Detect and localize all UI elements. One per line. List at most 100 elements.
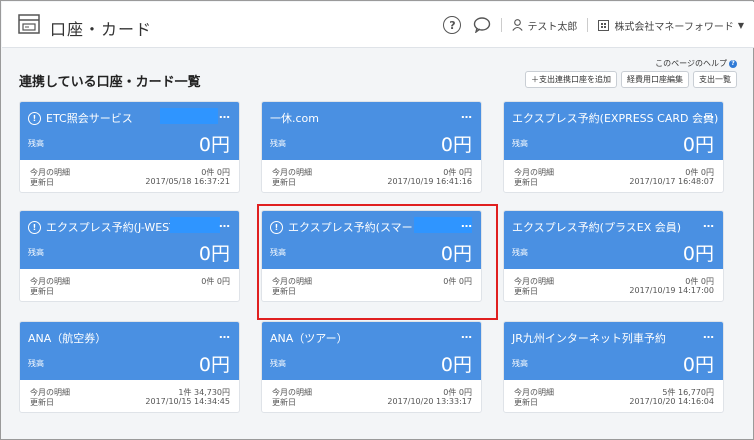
monthly-count: 5件 <box>662 388 676 397</box>
card-footer: 今月の明細 0件 0円 更新日 2017/10/19 14:17:00 <box>504 269 723 301</box>
card-name[interactable]: エクスプレス予約(プラスEX 会員) <box>512 219 681 235</box>
account-card[interactable]: JR九州インターネット列車予約… 残高 0円 今月の明細 5件 16,770円 更新日 20… <box>503 321 724 413</box>
updated-row: 更新日 2017/10/19 16:41:16 <box>272 177 472 188</box>
balance-value: 0円 <box>198 243 230 265</box>
top-bar: 口座・カード ? テスト太郎 株式会社マネーフォワード ▼ <box>2 2 754 48</box>
card-header[interactable]: ! ETC照会サービス … 残高 0円 <box>20 102 239 160</box>
chat-bubble-icon[interactable] <box>473 17 491 33</box>
monthly-amount: 0円 <box>700 168 714 177</box>
account-card[interactable]: 一休.com… 残高 0円 今月の明細 0件 0円 更新日 2017/10/19 16:41… <box>261 101 482 193</box>
updated-label: 更新日 <box>272 398 296 407</box>
account-card[interactable]: エクスプレス予約(EXPRESS CARD 会員)… 残高 0円 今月の明細 0件 0円… <box>503 101 724 193</box>
card-name-label[interactable]: JR九州インターネット列車予約 <box>512 330 666 346</box>
card-name-label[interactable]: エクスプレス予約(プラスEX 会員) <box>512 219 681 235</box>
card-name-label[interactable]: エクスプレス予約(EXPRESS CARD 会員) <box>512 110 718 126</box>
redaction-mask <box>160 108 218 124</box>
card-name-label[interactable]: ANA（航空券） <box>28 330 106 346</box>
updated-label: 更新日 <box>30 398 54 407</box>
card-name[interactable]: JR九州インターネット列車予約 <box>512 330 666 346</box>
balance-value: 0円 <box>682 354 714 376</box>
add-account-button[interactable]: ＋支出連携口座を追加 <box>525 71 617 88</box>
card-name[interactable]: 一休.com <box>270 110 319 126</box>
card-header[interactable]: ANA（航空券） … 残高 0円 <box>20 322 239 380</box>
card-header[interactable]: ! エクスプレス予約(J-WEST … 残高 0円 <box>20 211 239 269</box>
updated-value: 2017/10/15 14:34:45 <box>145 397 230 406</box>
updated-label: 更新日 <box>30 287 54 296</box>
card-name[interactable]: ! エクスプレス予約(J-WEST <box>28 219 176 235</box>
card-name-label[interactable]: ETC照会サービス <box>46 110 133 126</box>
help-link-label[interactable]: このページのヘルプ <box>655 58 727 69</box>
updated-value: 2017/10/19 14:17:00 <box>629 286 714 295</box>
updated-row: 更新日 2017/10/20 13:33:17 <box>272 397 472 408</box>
help-icon[interactable]: ? <box>443 16 462 34</box>
card-header[interactable]: エクスプレス予約(EXPRESS CARD 会員)… 残高 0円 <box>504 102 723 160</box>
warning-icon: ! <box>28 111 41 125</box>
account-card[interactable]: ! ETC照会サービス… 残高 0円 今月の明細 0件 0円 更新日 2017/05/18 1… <box>19 101 240 193</box>
card-name-label[interactable]: 一休.com <box>270 110 319 126</box>
monthly-amount: 16,770円 <box>678 388 714 397</box>
monthly-amount: 34,730円 <box>194 388 230 397</box>
monthly-amount: 0円 <box>216 277 230 286</box>
updated-row: 更新日 2017/05/18 16:37:21 <box>30 177 230 188</box>
more-menu-icon[interactable]: … <box>219 217 230 230</box>
updated-label: 更新日 <box>272 178 296 187</box>
card-name-label[interactable]: ANA（ツアー） <box>270 330 348 346</box>
monthly-count: 0件 <box>443 388 457 397</box>
card-name[interactable]: ! ETC照会サービス <box>28 110 133 126</box>
section-heading: 連携している口座・カード一覧 <box>19 75 201 90</box>
card-header[interactable]: ANA（ツアー） … 残高 0円 <box>262 322 481 380</box>
balance-value: 0円 <box>682 243 714 265</box>
account-card[interactable]: ANA（ツアー）… 残高 0円 今月の明細 0件 0円 更新日 2017/10/20 13:… <box>261 321 482 413</box>
card-footer: 今月の明細 0件 0円 更新日 2017/10/17 16:48:07 <box>504 160 723 192</box>
updated-row: 更新日 2017/10/15 14:34:45 <box>30 397 230 408</box>
top-right-area: ? テスト太郎 株式会社マネーフォワード ▼ <box>443 14 744 36</box>
updated-value: 2017/10/17 16:48:07 <box>629 177 714 186</box>
card-footer: 今月の明細 1件 34,730円 更新日 2017/10/15 14:34:45 <box>20 380 239 412</box>
toolbar: ＋支出連携口座を追加 経費用口座編集 支出一覧 <box>525 71 737 88</box>
highlight-box <box>257 204 498 320</box>
balance-label: 残高 <box>512 139 528 148</box>
monthly-count: 0件 <box>443 168 457 177</box>
updated-label: 更新日 <box>514 178 538 187</box>
divider <box>587 18 589 32</box>
account-card[interactable]: ANA（航空券）… 残高 0円 今月の明細 1件 34,730円 更新日 2017/10/1… <box>19 321 240 413</box>
card-name-label[interactable]: エクスプレス予約(J-WEST <box>46 219 176 235</box>
card-footer: 今月の明細 0件 0円 更新日 2017/10/19 16:41:16 <box>262 160 481 192</box>
monthly-amount: 0円 <box>700 277 714 286</box>
card-header[interactable]: JR九州インターネット列車予約 … 残高 0円 <box>504 322 723 380</box>
card-name[interactable]: エクスプレス予約(EXPRESS CARD 会員) <box>512 110 718 126</box>
more-menu-icon[interactable]: … <box>219 328 230 341</box>
more-menu-icon[interactable]: … <box>703 217 714 230</box>
balance-label: 残高 <box>28 359 44 368</box>
card-header[interactable]: エクスプレス予約(プラスEX 会員) … 残高 0円 <box>504 211 723 269</box>
updated-value: 2017/10/19 16:41:16 <box>387 177 472 186</box>
app-window: 口座・カード ? テスト太郎 株式会社マネーフォワード ▼ 連携している口座・カ… <box>0 0 754 440</box>
monthly-amount: 0円 <box>458 388 472 397</box>
account-card[interactable]: ! エクスプレス予約(J-WEST… 残高 0円 今月の明細 0件 0円 更新日 <box>19 210 240 302</box>
more-menu-icon[interactable]: … <box>461 108 472 121</box>
user-name[interactable]: テスト太郎 <box>527 18 577 33</box>
caret-down-icon[interactable]: ▼ <box>738 21 744 30</box>
organization-name[interactable]: 株式会社マネーフォワード <box>614 18 733 33</box>
monthly-count: 0件 <box>201 277 215 286</box>
monthly-amount: 0円 <box>458 168 472 177</box>
balance-label: 残高 <box>270 139 286 148</box>
page-title: 口座・カード <box>50 20 153 39</box>
account-card[interactable]: エクスプレス予約(プラスEX 会員)… 残高 0円 今月の明細 0件 0円 更新日 2017… <box>503 210 724 302</box>
help-link[interactable]: このページのヘルプ ? <box>655 58 737 69</box>
more-menu-icon[interactable]: … <box>219 108 230 121</box>
card-name[interactable]: ANA（航空券） <box>28 330 106 346</box>
card-header[interactable]: 一休.com … 残高 0円 <box>262 102 481 160</box>
building-icon <box>598 19 610 31</box>
warning-icon: ! <box>28 220 41 234</box>
more-menu-icon[interactable]: … <box>703 328 714 341</box>
expense-list-button[interactable]: 支出一覧 <box>693 71 737 88</box>
more-menu-icon[interactable]: … <box>703 108 714 121</box>
more-menu-icon[interactable]: … <box>461 328 472 341</box>
redaction-mask <box>170 217 220 233</box>
card-name[interactable]: ANA（ツアー） <box>270 330 348 346</box>
edit-expense-accounts-button[interactable]: 経費用口座編集 <box>621 71 689 88</box>
balance-value: 0円 <box>682 134 714 156</box>
help-question-icon[interactable]: ? <box>729 59 737 68</box>
balance-label: 残高 <box>512 248 528 257</box>
